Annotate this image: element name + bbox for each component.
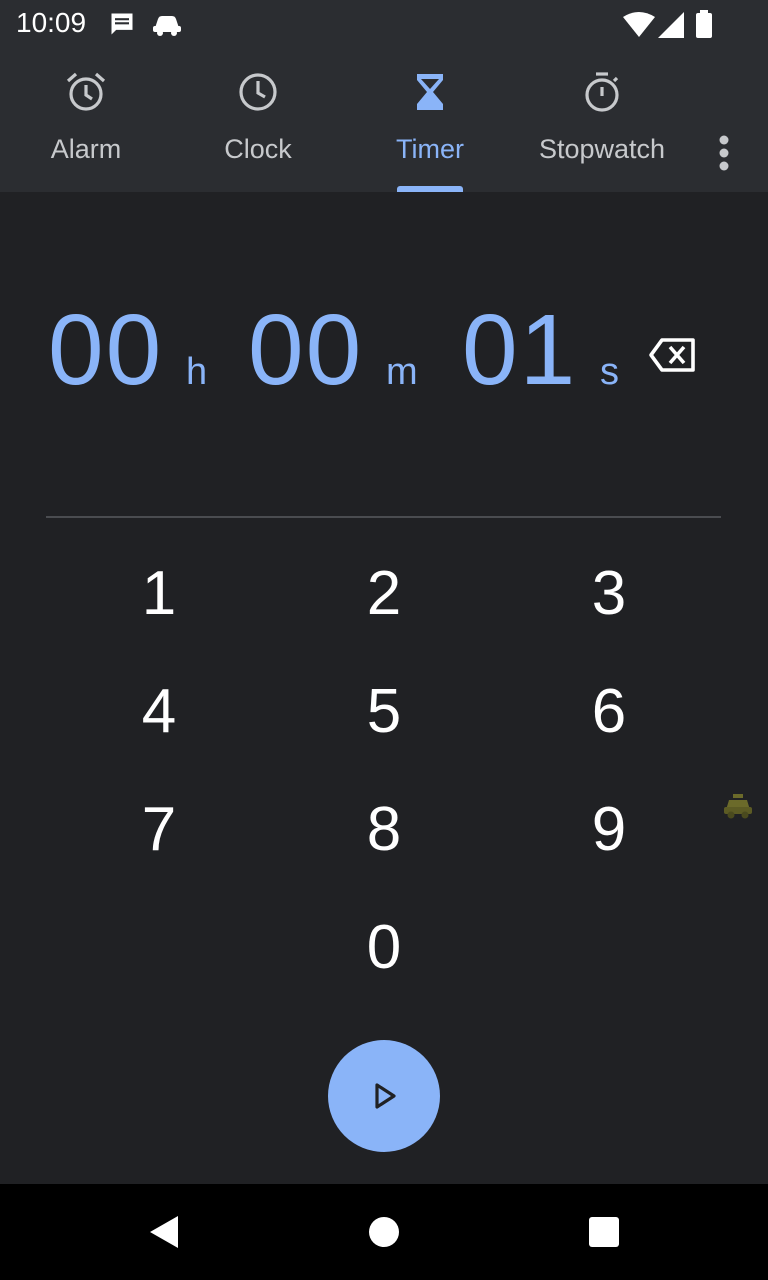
stopwatch-icon [585,72,619,112]
clock-icon [239,73,277,111]
more-options-icon[interactable] [700,118,748,188]
signal-icon [658,12,684,38]
tab-timer[interactable]: Timer [345,48,515,192]
timer-minutes-unit: m [386,351,418,393]
tab-alarm-label: Alarm [50,134,122,164]
key-7[interactable]: 7 [84,774,234,884]
status-time: 10:09 [16,7,87,38]
tab-bar: Alarm Clock Timer Stopwatch [0,48,768,192]
key-5[interactable]: 5 [309,656,459,766]
battery-icon [696,10,712,38]
alarm-icon [66,72,106,111]
play-icon [375,1083,396,1109]
message-icon [111,13,133,35]
start-timer-button[interactable] [328,1040,440,1152]
recents-icon[interactable] [580,1208,628,1256]
car-icon [153,16,181,36]
status-bar: 10:09 [0,0,768,48]
wifi-icon [623,12,655,37]
backspace-icon[interactable] [648,335,698,375]
timer-hours: 00 [48,294,164,406]
back-icon[interactable] [140,1208,188,1256]
key-3[interactable]: 3 [534,538,684,648]
key-2[interactable]: 2 [309,538,459,648]
divider [46,516,721,518]
timer-hours-unit: h [186,351,208,393]
taxi-icon [724,794,752,819]
timer-seconds-unit: s [600,351,619,393]
tab-clock-label: Clock [224,134,292,164]
timer-seconds: 01 [462,294,578,406]
tab-stopwatch-label: Stopwatch [538,134,666,164]
active-tab-indicator [397,186,463,192]
key-1[interactable]: 1 [84,538,234,648]
hourglass-icon [417,74,443,110]
home-icon[interactable] [360,1208,408,1256]
key-4[interactable]: 4 [84,656,234,766]
navigation-bar [0,1184,768,1280]
timer-minutes: 00 [248,294,364,406]
key-0[interactable]: 0 [309,892,459,1002]
tab-alarm[interactable]: Alarm [1,48,171,192]
tab-clock[interactable]: Clock [173,48,343,192]
key-6[interactable]: 6 [534,656,684,766]
tab-timer-label: Timer [396,134,464,164]
tab-stopwatch[interactable]: Stopwatch [517,48,687,192]
key-8[interactable]: 8 [309,774,459,884]
key-9[interactable]: 9 [534,774,684,884]
